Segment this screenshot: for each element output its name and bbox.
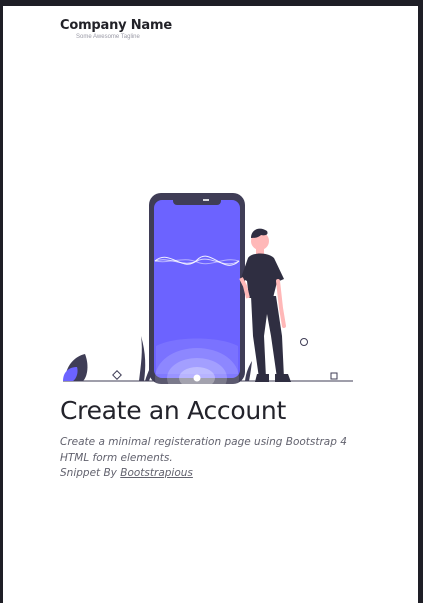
square-shape	[330, 372, 338, 380]
diamond-shape	[112, 370, 122, 380]
page-description: Create a minimal registeration page usin…	[60, 436, 347, 464]
phone-illustration	[149, 193, 245, 391]
person-leaning-on-phone-illustration	[63, 193, 353, 391]
brand-block: Company Name Some Awesome Tagline	[60, 18, 172, 40]
person-illustration	[239, 228, 291, 382]
page-title: Create an Account	[60, 396, 286, 425]
snippet-credit: Snippet By Bootstrapious	[60, 467, 193, 479]
company-tagline: Some Awesome Tagline	[76, 34, 140, 40]
snippet-prefix: Snippet By	[60, 467, 117, 479]
circle-shape	[300, 338, 308, 346]
bootstrapious-link[interactable]: Bootstrapious	[120, 467, 193, 479]
page-panel: Company Name Some Awesome Tagline Create…	[3, 6, 418, 603]
company-name: Company Name	[60, 18, 172, 33]
grass-icon	[139, 336, 146, 381]
